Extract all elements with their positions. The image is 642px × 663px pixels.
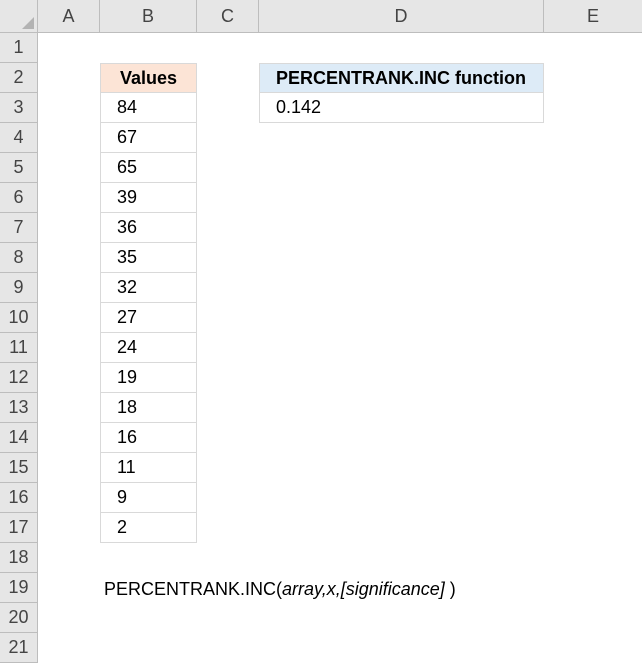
column-header-a[interactable]: A xyxy=(38,0,100,33)
syntax-function-name: PERCENTRANK.INC( xyxy=(104,578,283,599)
spreadsheet: A B C D E 1 2 3 4 5 6 7 8 9 10 11 12 13 … xyxy=(0,0,642,663)
row-header-8[interactable]: 8 xyxy=(0,243,38,273)
row-header-14[interactable]: 14 xyxy=(0,423,38,453)
value-cell[interactable]: 32 xyxy=(100,273,197,303)
value-cell[interactable]: 67 xyxy=(100,123,197,153)
row-header-9[interactable]: 9 xyxy=(0,273,38,303)
value-cell[interactable]: 2 xyxy=(100,513,197,543)
syntax-close-paren: ) xyxy=(444,578,456,599)
value-cell[interactable]: 84 xyxy=(100,93,197,123)
function-syntax-text[interactable]: PERCENTRANK.INC(array,x,[significance] ) xyxy=(104,574,456,604)
row-header-17[interactable]: 17 xyxy=(0,513,38,543)
value-cell[interactable]: 9 xyxy=(100,483,197,513)
select-all-triangle-icon xyxy=(22,17,34,29)
values-header-cell[interactable]: Values xyxy=(100,63,197,93)
select-all-corner[interactable] xyxy=(0,0,38,33)
row-header-7[interactable]: 7 xyxy=(0,213,38,243)
value-cell[interactable]: 24 xyxy=(100,333,197,363)
row-header-6[interactable]: 6 xyxy=(0,183,38,213)
row-header-11[interactable]: 11 xyxy=(0,333,38,363)
column-header-e[interactable]: E xyxy=(544,0,642,33)
value-cell[interactable]: 39 xyxy=(100,183,197,213)
value-cell[interactable]: 65 xyxy=(100,153,197,183)
syntax-arguments: array,x,[significance] xyxy=(282,578,445,599)
value-cell[interactable]: 16 xyxy=(100,423,197,453)
value-cell[interactable]: 19 xyxy=(100,363,197,393)
row-header-20[interactable]: 20 xyxy=(0,603,38,633)
row-header-3[interactable]: 3 xyxy=(0,93,38,123)
value-cell[interactable]: 11 xyxy=(100,453,197,483)
row-header-5[interactable]: 5 xyxy=(0,153,38,183)
column-header-b[interactable]: B xyxy=(100,0,197,33)
column-header-d[interactable]: D xyxy=(259,0,544,33)
value-cell[interactable]: 35 xyxy=(100,243,197,273)
function-header-cell[interactable]: PERCENTRANK.INC function xyxy=(259,63,544,93)
row-header-16[interactable]: 16 xyxy=(0,483,38,513)
value-cell[interactable]: 27 xyxy=(100,303,197,333)
row-header-18[interactable]: 18 xyxy=(0,543,38,573)
row-header-13[interactable]: 13 xyxy=(0,393,38,423)
row-header-12[interactable]: 12 xyxy=(0,363,38,393)
row-header-1[interactable]: 1 xyxy=(0,33,38,63)
function-result-cell[interactable]: 0.142 xyxy=(259,93,544,123)
column-header-c[interactable]: C xyxy=(197,0,259,33)
value-cell[interactable]: 36 xyxy=(100,213,197,243)
row-header-10[interactable]: 10 xyxy=(0,303,38,333)
row-header-15[interactable]: 15 xyxy=(0,453,38,483)
row-header-4[interactable]: 4 xyxy=(0,123,38,153)
row-header-2[interactable]: 2 xyxy=(0,63,38,93)
row-header-19[interactable]: 19 xyxy=(0,573,38,603)
value-cell[interactable]: 18 xyxy=(100,393,197,423)
row-header-21[interactable]: 21 xyxy=(0,633,38,663)
